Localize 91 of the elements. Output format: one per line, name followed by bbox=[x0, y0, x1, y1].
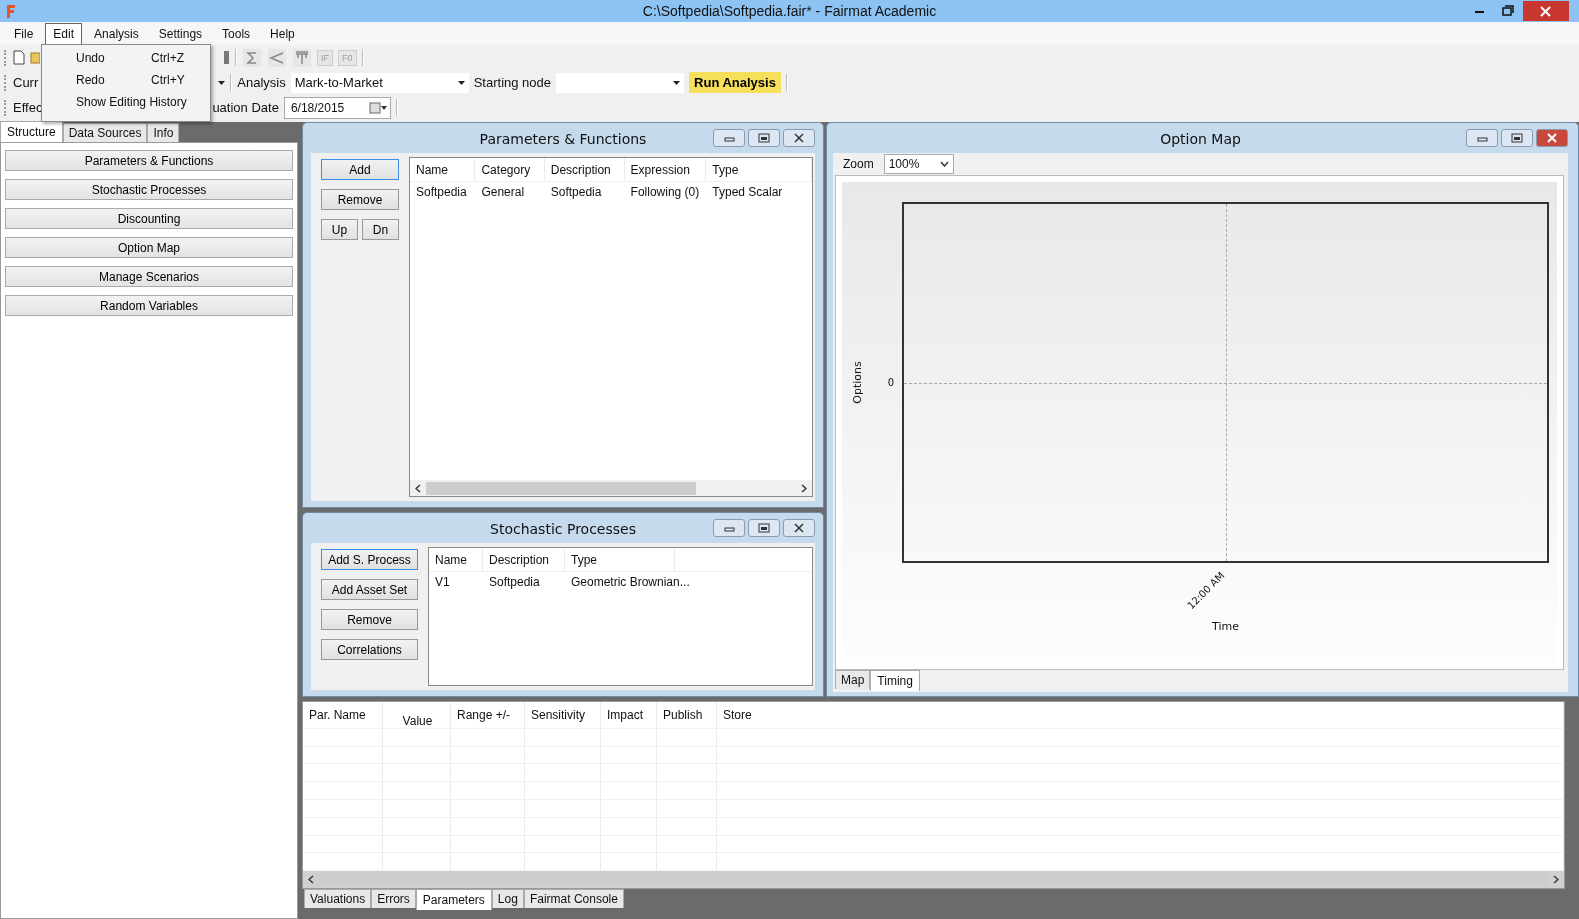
menu-item[interactable]: Analysis bbox=[86, 22, 147, 45]
column-header[interactable]: Sensitivity bbox=[525, 702, 601, 728]
toolbar-icon[interactable] bbox=[224, 50, 230, 65]
scroll-left-icon[interactable] bbox=[308, 875, 314, 885]
valuation-date-label: uation Date bbox=[212, 100, 279, 115]
column-header[interactable]: Category bbox=[475, 158, 545, 181]
column-header[interactable]: Store bbox=[717, 702, 1564, 728]
list-row[interactable]: Softpedia General Softpedia Following (0) Typed Scalar bbox=[410, 182, 812, 202]
close-button[interactable] bbox=[1523, 1, 1569, 21]
window-title: C:\Softpedia\Softpedia.fair* - Fairmat Academic bbox=[642, 3, 937, 19]
window-title: Stochastic Processes bbox=[490, 521, 636, 537]
run-analysis-button[interactable]: Run Analysis bbox=[689, 72, 781, 93]
maximize-button[interactable] bbox=[1501, 129, 1533, 147]
column-header[interactable]: Description bbox=[483, 548, 565, 571]
down-button[interactable]: Dn bbox=[362, 219, 399, 240]
dropdown-arrow-icon[interactable] bbox=[457, 80, 465, 85]
maximize-button[interactable] bbox=[748, 519, 780, 537]
process-button[interactable]: Correlations bbox=[321, 639, 418, 660]
effective-label: Effec bbox=[13, 100, 43, 115]
remove-button[interactable]: Remove bbox=[321, 189, 399, 210]
menu-entry[interactable]: Undo Ctrl+Z bbox=[42, 47, 210, 69]
process-button[interactable]: Add Asset Set bbox=[321, 579, 418, 600]
view-tab[interactable]: Map bbox=[835, 670, 871, 689]
maximize-button[interactable] bbox=[748, 129, 780, 147]
output-tab[interactable]: Fairmat Console bbox=[523, 889, 624, 908]
dropdown-arrow-icon[interactable] bbox=[218, 80, 226, 85]
menu-item[interactable]: Edit bbox=[45, 22, 83, 45]
column-header[interactable]: Description bbox=[544, 158, 625, 181]
axis-title: Time bbox=[1212, 620, 1239, 633]
add-button[interactable]: Add bbox=[321, 159, 399, 180]
column-header[interactable]: Impact bbox=[601, 702, 657, 728]
column-header[interactable]: Value bbox=[383, 702, 451, 728]
panel-tab[interactable]: Structure bbox=[0, 121, 63, 142]
calendar-icon[interactable] bbox=[368, 101, 387, 114]
column-header[interactable]: Range +/- bbox=[451, 702, 525, 728]
output-tab[interactable]: Log bbox=[491, 889, 524, 908]
horizontal-scrollbar[interactable] bbox=[303, 871, 1564, 888]
output-tab[interactable]: Errors bbox=[371, 889, 416, 908]
menu-item[interactable]: Tools bbox=[214, 22, 259, 45]
menu-entry[interactable]: Redo Ctrl+Y bbox=[42, 69, 210, 91]
navigation-button[interactable]: Option Map bbox=[5, 237, 293, 258]
axis-title: Options bbox=[850, 361, 864, 404]
tick-label: 0 bbox=[887, 377, 894, 388]
menu-item[interactable]: File bbox=[6, 22, 42, 45]
analysis-label: Analysis bbox=[237, 75, 286, 90]
panel-tab[interactable]: Data Sources bbox=[62, 123, 148, 142]
panel-tab[interactable]: Info bbox=[147, 123, 180, 142]
column-header[interactable]: Type bbox=[565, 548, 675, 571]
new-file-icon[interactable] bbox=[13, 50, 25, 65]
menu-item[interactable]: Help bbox=[262, 22, 303, 45]
starting-node-dropdown[interactable] bbox=[556, 72, 685, 93]
dropdown-arrow-icon[interactable] bbox=[673, 80, 681, 85]
scroll-right-icon[interactable] bbox=[801, 483, 807, 493]
column-header[interactable]: Name bbox=[429, 548, 483, 571]
list-row[interactable]: V1 Softpedia Geometric Brownian... bbox=[429, 572, 812, 592]
output-tab[interactable]: Valuations bbox=[304, 889, 372, 908]
navigation-button[interactable]: Random Variables bbox=[5, 295, 293, 316]
close-button[interactable] bbox=[783, 519, 815, 537]
starting-node-label: Starting node bbox=[473, 75, 552, 90]
window-title: Option Map bbox=[1160, 131, 1241, 147]
navigation-button[interactable]: Stochastic Processes bbox=[5, 179, 293, 200]
zoom-label: Zoom bbox=[843, 157, 874, 171]
scroll-left-icon[interactable] bbox=[415, 483, 421, 493]
column-header[interactable]: Expression bbox=[624, 158, 707, 181]
process-button[interactable]: Add S. Process bbox=[321, 549, 418, 570]
close-button[interactable] bbox=[1536, 129, 1568, 147]
valuation-date-field[interactable]: 6/18/2015 bbox=[283, 96, 391, 119]
menu-item[interactable]: Settings bbox=[150, 22, 211, 45]
menu-entry[interactable]: Show Editing History bbox=[42, 91, 210, 113]
chevron-down-icon[interactable] bbox=[939, 161, 949, 167]
analysis-dropdown[interactable]: Mark-to-Market bbox=[290, 72, 469, 93]
close-button[interactable] bbox=[783, 129, 815, 147]
scroll-right-icon[interactable] bbox=[1553, 875, 1559, 885]
column-header[interactable]: Type bbox=[706, 158, 812, 181]
navigation-button[interactable]: Discounting bbox=[5, 208, 293, 229]
output-tab[interactable]: Parameters bbox=[415, 889, 492, 910]
column-header[interactable]: Par. Name bbox=[303, 702, 383, 728]
navigation-button[interactable]: Parameters & Functions bbox=[5, 150, 293, 171]
horizontal-scrollbar[interactable] bbox=[410, 480, 812, 496]
column-header[interactable]: Name bbox=[410, 158, 476, 181]
column-header[interactable]: Publish bbox=[657, 702, 717, 728]
app-icon bbox=[5, 3, 17, 19]
branch-icon[interactable] bbox=[268, 48, 286, 67]
up-button[interactable]: Up bbox=[321, 219, 358, 240]
sum-icon[interactable] bbox=[243, 48, 261, 67]
navigation-button[interactable]: Manage Scenarios bbox=[5, 266, 293, 287]
window-title: Parameters & Functions bbox=[479, 131, 647, 147]
zoom-dropdown[interactable]: 100% bbox=[883, 154, 954, 174]
view-tab[interactable]: Timing bbox=[870, 670, 920, 691]
currency-label: Curr bbox=[13, 75, 39, 90]
process-button[interactable]: Remove bbox=[321, 609, 418, 630]
